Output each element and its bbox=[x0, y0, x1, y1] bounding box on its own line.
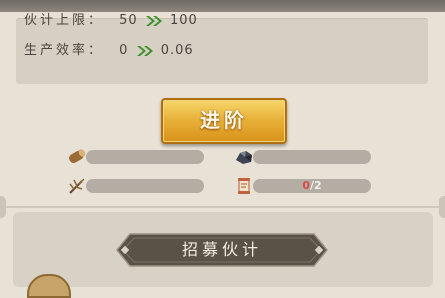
ore-icon bbox=[236, 151, 252, 164]
resource-count bbox=[86, 150, 204, 164]
scroll-icon bbox=[238, 178, 250, 194]
scroll-current: 0 bbox=[302, 179, 310, 192]
advance-button[interactable]: 进阶 bbox=[161, 98, 287, 144]
recruit-button-label: 招募伙计 bbox=[181, 240, 262, 259]
production-efficiency-label: 生产效率： bbox=[24, 43, 105, 58]
recruit-button[interactable]: 招募伙计 bbox=[116, 233, 328, 267]
wood-log-icon bbox=[69, 149, 86, 163]
resource-count bbox=[253, 150, 371, 164]
herb-icon bbox=[69, 178, 85, 194]
double-arrow-icon bbox=[143, 10, 165, 32]
side-ornament-left bbox=[0, 196, 6, 218]
side-ornament-right bbox=[439, 196, 445, 218]
resource-bar bbox=[86, 150, 204, 164]
partner-limit-from: 50 bbox=[119, 13, 138, 28]
production-efficiency-to: 0.06 bbox=[160, 43, 194, 58]
scroll-required: /2 bbox=[309, 179, 322, 192]
resource-bar bbox=[253, 150, 371, 164]
partner-limit-label: 伙计上限： bbox=[24, 13, 105, 28]
production-efficiency-from: 0 bbox=[119, 43, 129, 58]
section-divider bbox=[0, 206, 445, 208]
double-arrow-icon bbox=[134, 40, 156, 62]
resource-bar: 0/2 bbox=[253, 179, 371, 193]
partner-limit-to: 100 bbox=[169, 13, 198, 28]
production-efficiency-row: 生产效率： 0 0.06 bbox=[24, 40, 194, 62]
partner-limit-row: 伙计上限： 50 100 bbox=[24, 10, 198, 32]
resource-count bbox=[86, 179, 204, 193]
resource-bar bbox=[86, 179, 204, 193]
resource-count: 0/2 bbox=[253, 179, 371, 193]
